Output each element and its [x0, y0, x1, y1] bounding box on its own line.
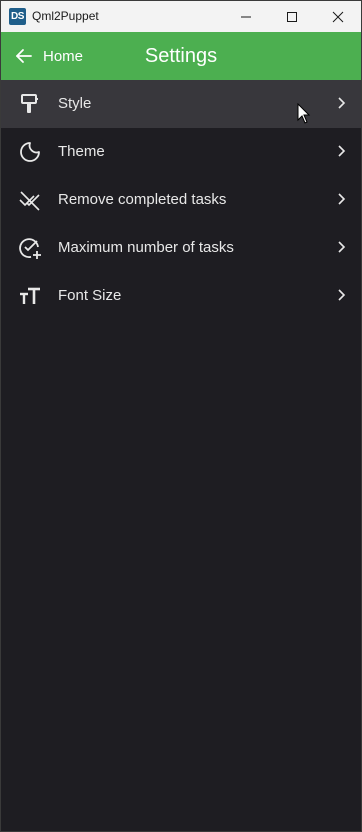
chevron-right-icon [338, 289, 346, 301]
settings-item-label: Font Size [58, 287, 122, 304]
window-title: Qml2Puppet [32, 9, 99, 23]
chevron-right-icon [338, 97, 346, 109]
chevron-right-icon [338, 193, 346, 205]
paint-roller-icon [21, 94, 38, 113]
title-bar[interactable]: DS Qml2Puppet [1, 1, 361, 32]
settings-item-theme[interactable]: Theme [1, 128, 361, 176]
minimize-icon [241, 16, 251, 17]
settings-item-label: Theme [58, 143, 105, 160]
maximize-icon [287, 11, 297, 22]
moon-icon [20, 142, 40, 162]
remove-done-icon [19, 191, 40, 211]
app-icon: DS [9, 8, 26, 25]
add-task-icon [19, 238, 41, 259]
settings-item-remove-completed[interactable]: Remove completed tasks [1, 176, 361, 224]
settings-item-font-size[interactable]: Font Size [1, 272, 361, 320]
maximize-button[interactable] [269, 1, 315, 32]
app-window: DS Qml2Puppet Home Settings Style Theme … [0, 0, 362, 832]
close-icon [332, 11, 344, 22]
text-size-icon [20, 287, 40, 304]
settings-item-label: Maximum number of tasks [58, 239, 234, 256]
settings-item-max-tasks[interactable]: Maximum number of tasks [1, 224, 361, 272]
close-button[interactable] [315, 1, 361, 32]
mouse-cursor-icon [297, 103, 311, 124]
settings-item-label: Style [58, 95, 92, 112]
minimize-button[interactable] [223, 1, 269, 32]
chevron-right-icon [338, 145, 346, 157]
chevron-right-icon [338, 241, 346, 253]
settings-item-label: Remove completed tasks [58, 191, 227, 208]
app-header: Home Settings [1, 32, 361, 80]
page-title: Settings [144, 45, 218, 67]
